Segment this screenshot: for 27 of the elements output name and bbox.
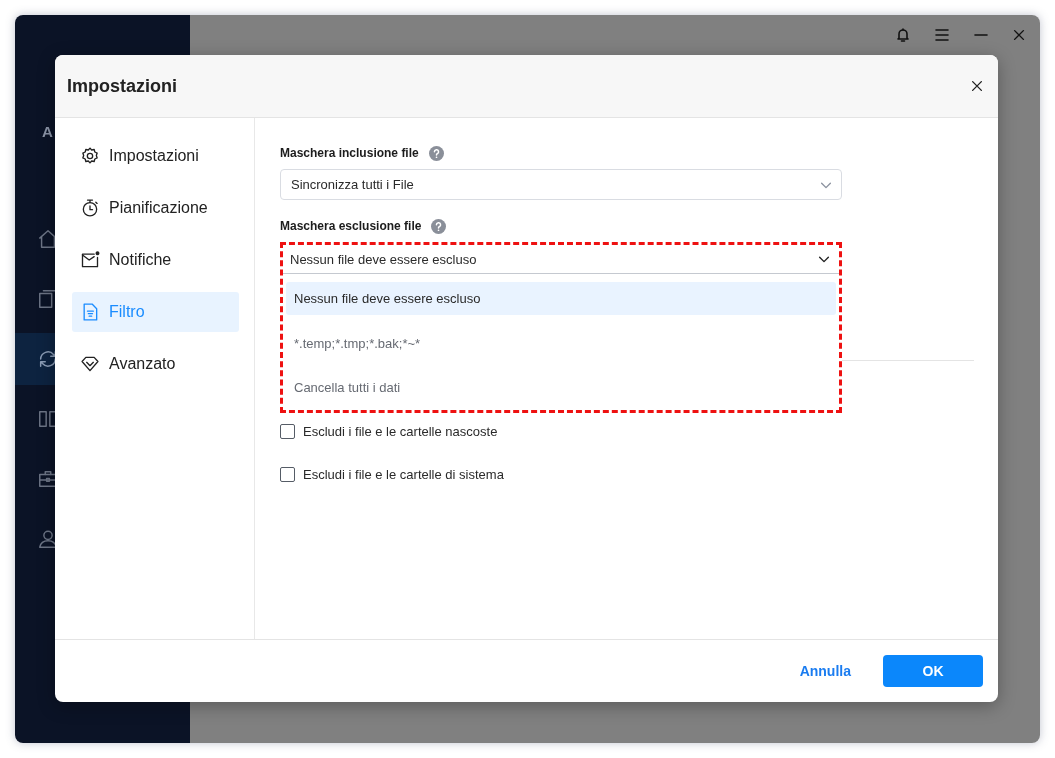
app-name: A [42, 123, 53, 140]
help-icon[interactable] [428, 145, 444, 161]
field-label: Maschera inclusione file [280, 146, 419, 160]
diamond-icon [80, 354, 100, 374]
checkbox[interactable] [280, 424, 295, 439]
dropdown-option[interactable]: Cancella tutti i dati [286, 371, 836, 404]
dropdown-field[interactable]: Sincronizza tutti i File [280, 169, 842, 200]
dialog-title: Impostazioni [67, 75, 177, 97]
nav-item[interactable]: Notifiche [72, 240, 239, 280]
stopwatch-icon [80, 198, 100, 218]
nav-item[interactable]: Impostazioni [72, 136, 239, 176]
close-icon[interactable] [970, 79, 984, 93]
field-label: Maschera esclusione file [280, 219, 422, 233]
bell-icon[interactable] [895, 27, 911, 43]
ok-button[interactable]: OK [883, 655, 983, 687]
settings-icon [80, 146, 100, 166]
dropdown-option[interactable]: *.temp;*.tmp;*.bak;*~* [286, 326, 836, 360]
menu-icon[interactable] [934, 27, 950, 43]
help-icon[interactable] [431, 218, 447, 234]
nav-item[interactable]: Pianificazione [72, 188, 239, 228]
checkbox[interactable] [280, 467, 295, 482]
nav-item[interactable]: Avanzato [72, 344, 239, 384]
checkbox-label: Escludi i file e le cartelle nascoste [303, 424, 498, 439]
dropdown-option[interactable]: Nessun file deve essere escluso [286, 282, 836, 315]
checkbox-label: Escludi i file e le cartelle di sistema [303, 467, 504, 482]
mail-icon [80, 250, 100, 270]
cancel-button[interactable]: Annulla [799, 657, 851, 685]
